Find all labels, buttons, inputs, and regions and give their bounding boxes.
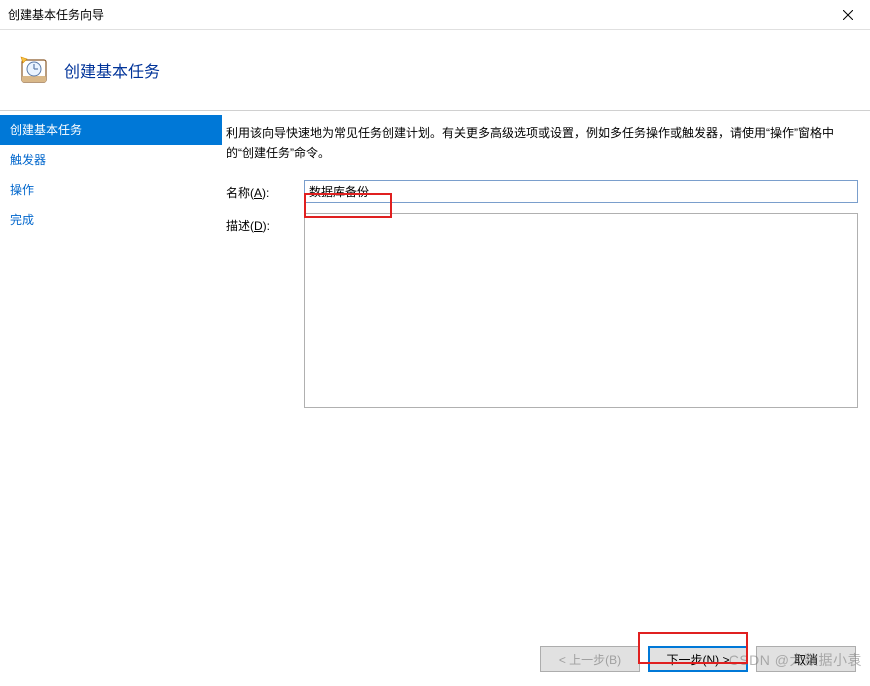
next-button[interactable]: 下一步(N) > <box>648 646 748 672</box>
sidebar-item-trigger[interactable]: 触发器 <box>0 145 222 175</box>
window-title: 创建基本任务向导 <box>8 6 104 23</box>
footer-buttons: < 上一步(B) 下一步(N) > 取消 <box>540 646 856 672</box>
main-panel: 利用该向导快速地为常见任务创建计划。有关更多高级选项或设置，例如多任务操作或触发… <box>222 111 870 601</box>
description-input[interactable] <box>304 213 858 408</box>
description-label: 描述(D): <box>226 213 304 234</box>
name-input[interactable] <box>304 180 858 203</box>
close-button[interactable] <box>825 0 870 29</box>
page-title: 创建基本任务 <box>64 58 160 82</box>
name-row: 名称(A): <box>226 180 858 203</box>
sidebar-item-action[interactable]: 操作 <box>0 175 222 205</box>
sidebar-item-create-basic-task[interactable]: 创建基本任务 <box>0 115 222 145</box>
content-area: 创建基本任务 触发器 操作 完成 利用该向导快速地为常见任务创建计划。有关更多高… <box>0 111 870 601</box>
close-icon <box>843 10 853 20</box>
back-button: < 上一步(B) <box>540 646 640 672</box>
cancel-button[interactable]: 取消 <box>756 646 856 672</box>
header: 创建基本任务 <box>0 30 870 110</box>
titlebar: 创建基本任务向导 <box>0 0 870 30</box>
description-row: 描述(D): <box>226 213 858 408</box>
name-label: 名称(A): <box>226 180 304 201</box>
intro-text: 利用该向导快速地为常见任务创建计划。有关更多高级选项或设置，例如多任务操作或触发… <box>226 123 858 164</box>
task-wizard-icon <box>18 54 50 86</box>
wizard-sidebar: 创建基本任务 触发器 操作 完成 <box>0 111 222 601</box>
sidebar-item-finish[interactable]: 完成 <box>0 205 222 235</box>
